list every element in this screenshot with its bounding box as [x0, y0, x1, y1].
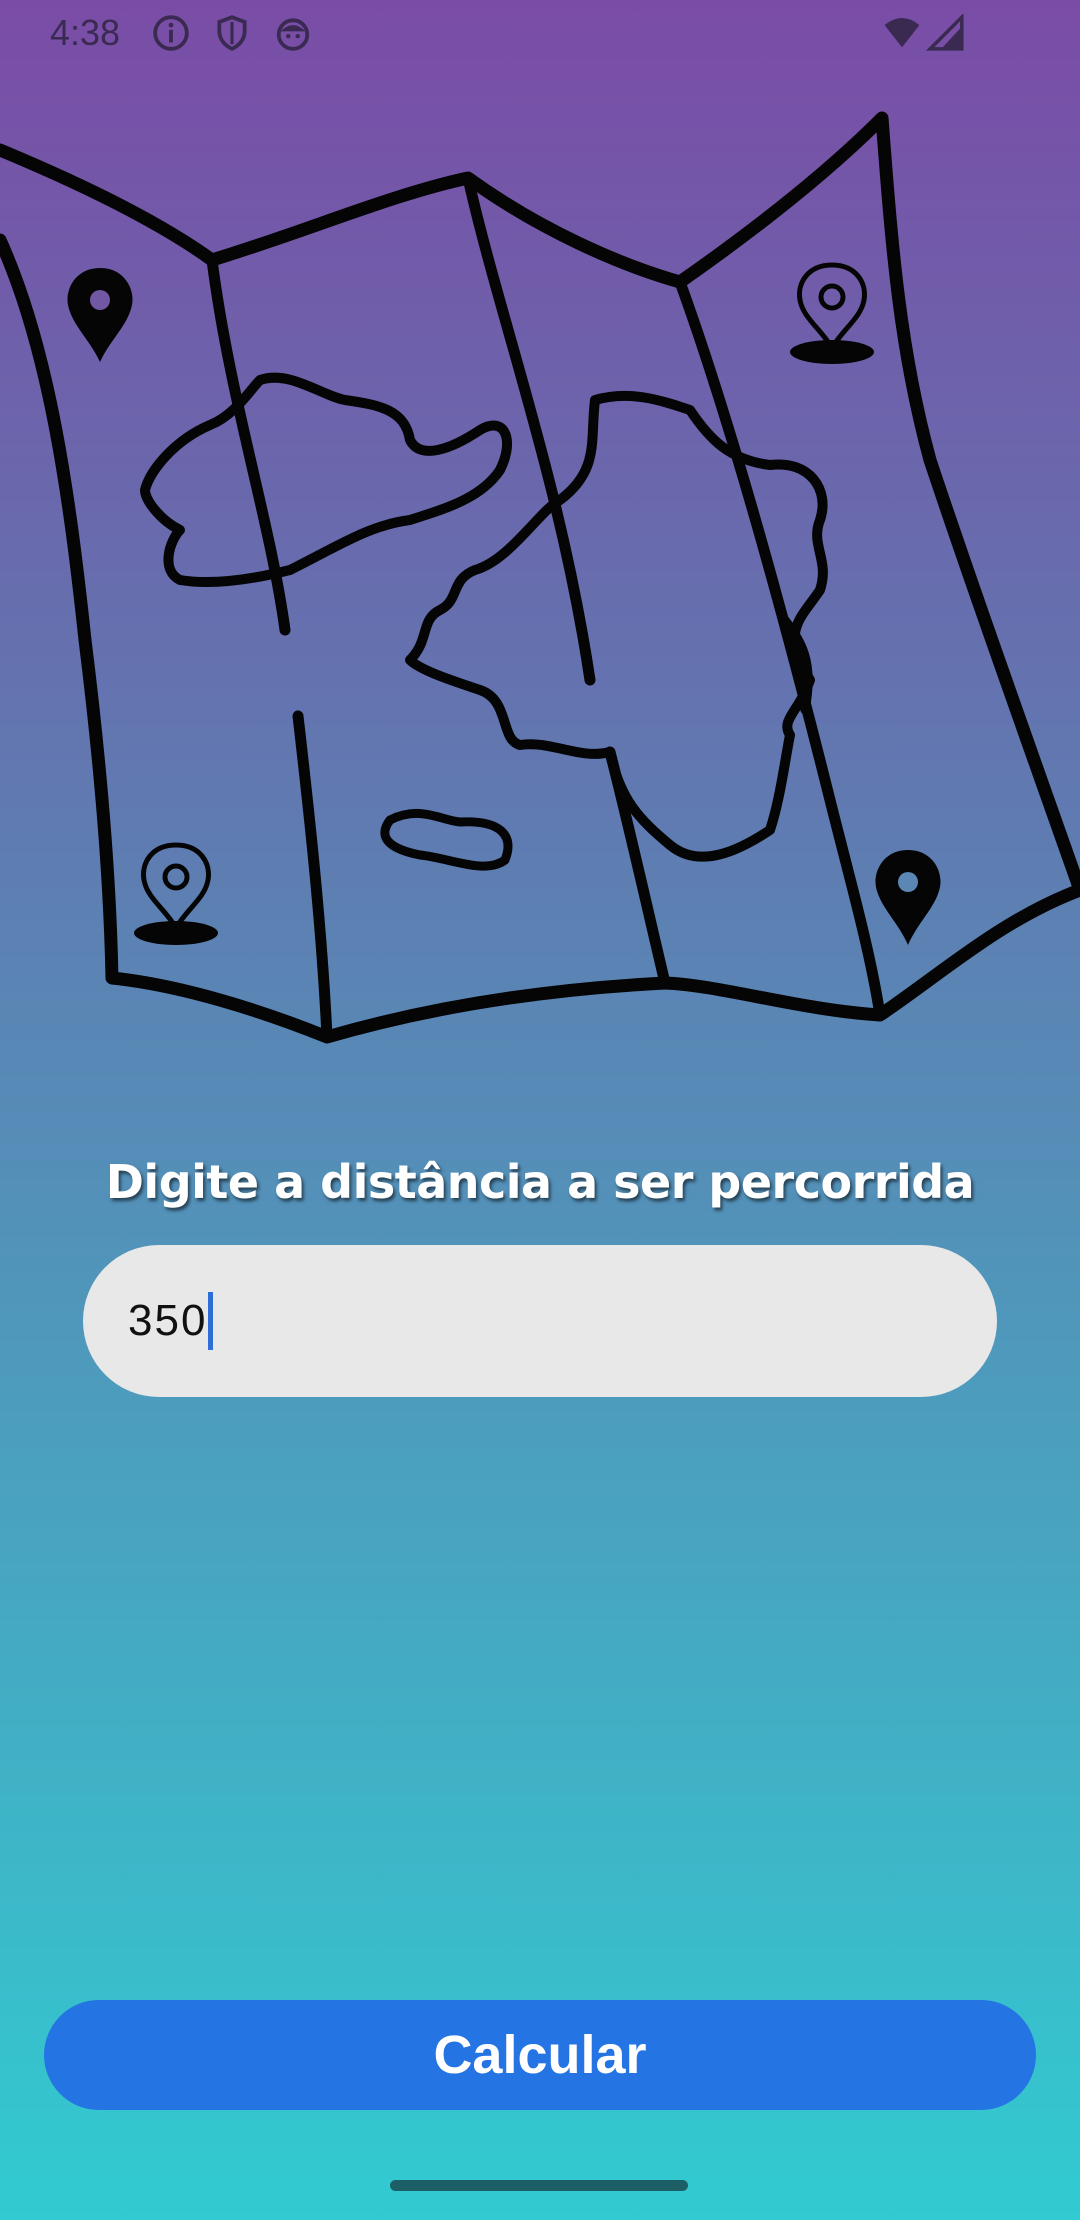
app-screen: 4:38 Digite a distância a ser percorrida… — [0, 0, 1080, 2220]
text-cursor — [208, 1292, 214, 1350]
map-pin-icon — [67, 268, 133, 362]
map-pin-icon — [875, 850, 941, 945]
distance-prompt-label: Digite a distância a ser percorrida — [105, 1155, 975, 1209]
info-icon — [153, 15, 189, 51]
calculate-button[interactable]: Calcular — [44, 2000, 1036, 2110]
folded-map-illustration — [0, 111, 1080, 1044]
wifi-icon — [884, 17, 920, 48]
distance-input[interactable]: 350 — [83, 1245, 997, 1397]
distance-input-value: 350 — [128, 1296, 208, 1345]
android-face-icon — [276, 18, 310, 51]
home-indicator[interactable] — [390, 2180, 688, 2191]
map-pin-outline-icon — [790, 262, 874, 364]
cell-signal-icon — [926, 14, 964, 51]
map-pin-outline-icon — [134, 842, 218, 945]
status-bar: 4:38 — [0, 0, 1080, 66]
shield-icon — [217, 15, 247, 51]
status-time: 4:38 — [50, 12, 121, 53]
